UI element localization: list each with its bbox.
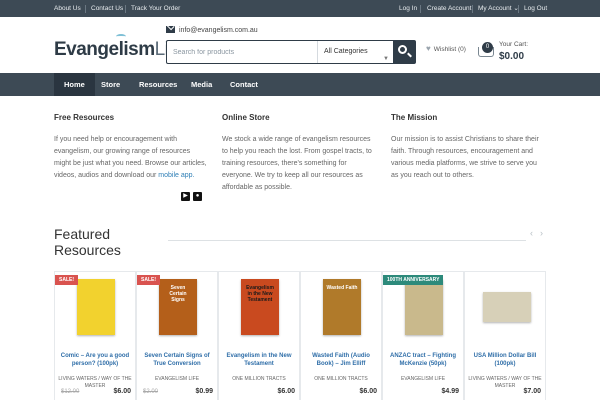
featured-title-line2: Resources	[54, 242, 121, 258]
divider	[85, 5, 86, 13]
product-price: $0.99	[195, 388, 213, 395]
about-us-link[interactable]: About Us	[54, 0, 81, 17]
contact-us-link[interactable]: Contact Us	[91, 0, 123, 17]
product-title-link[interactable]: Evangelism in the New Testament	[222, 352, 296, 368]
mission-column: The Mission Our mission is to assist Chr…	[391, 113, 546, 182]
cover-title-text: Wasted Faith	[326, 285, 358, 291]
sale-badge: SALE!	[55, 275, 78, 285]
product-publisher: EVANGELISM LIFE	[154, 376, 200, 382]
cart-count-badge: 0	[482, 42, 493, 53]
cover-title-text: Seven Certain Signs	[169, 285, 187, 303]
search-input[interactable]	[167, 41, 317, 63]
google-play-icon[interactable]: ▶	[181, 192, 190, 201]
divider	[518, 5, 519, 13]
carousel-next-icon[interactable]: ›	[540, 228, 543, 238]
product-title-link[interactable]: Wasted Faith (Audio Book) – Jim Elliff	[304, 352, 378, 368]
wishlist-label: Wishlist (0)	[433, 46, 466, 53]
divider	[168, 240, 526, 241]
product-publisher: ONE MILLION TRACTS	[232, 376, 286, 382]
anniversary-badge: 100TH ANNIVERSARY	[383, 275, 444, 285]
top-utility-bar: About Us Contact Us Track Your Order Log…	[0, 0, 600, 17]
site-logo[interactable]: EvangelismLife	[54, 34, 184, 61]
product-cover-image[interactable]: Seven Certain Signs	[159, 279, 197, 335]
my-account-dropdown[interactable]: My Account ⌄	[478, 0, 519, 17]
online-store-heading: Online Store	[222, 113, 270, 122]
product-title-link[interactable]: Seven Certain Signs of True Conversion	[140, 352, 214, 368]
product-publisher: ONE MILLION TRACTS	[314, 376, 368, 382]
product-price: $6.00	[359, 388, 377, 395]
heart-icon: ♥	[426, 44, 431, 53]
product-cover-image[interactable]	[77, 279, 115, 335]
free-resources-text: If you need help or encouragement with e…	[54, 134, 209, 182]
chevron-down-icon: ▼	[383, 56, 389, 62]
product-cover-image[interactable]	[483, 292, 531, 322]
logo-wordmark-bold: Evangelism	[54, 39, 155, 60]
search-bar: All Categories ▼	[166, 40, 416, 64]
contact-email[interactable]: info@evangelism.com.au	[166, 26, 258, 34]
product-card[interactable]: Evangelism in the New Testament Evangelis…	[218, 271, 300, 400]
product-card[interactable]: Wasted Faith Wasted Faith (Audio Book) – …	[300, 271, 382, 400]
envelope-icon	[166, 26, 175, 33]
online-store-column: Online Store We stock a wide range of ev…	[222, 113, 377, 194]
mission-text: Our mission is to assist Christians to s…	[391, 136, 539, 179]
login-link[interactable]: Log In	[399, 0, 417, 17]
product-card[interactable]: USA Million Dollar Bill (100pk) LIVING WA…	[464, 271, 546, 400]
track-order-link[interactable]: Track Your Order	[131, 0, 180, 17]
free-resources-heading: Free Resources	[54, 113, 115, 122]
cart-label: Your Cart:	[499, 41, 529, 48]
original-price: $12.00	[61, 389, 80, 395]
logout-link[interactable]: Log Out	[524, 0, 547, 17]
category-select-value: All Categories	[324, 48, 368, 55]
product-card[interactable]: SALE! Comic – Are you a good person? (100…	[54, 271, 136, 400]
apple-icon[interactable]: ●	[193, 192, 202, 201]
mobile-app-link[interactable]: mobile app.	[158, 172, 194, 179]
main-navigation: Home Store Resources Media Contact	[0, 73, 600, 96]
carousel-prev-icon[interactable]: ‹	[530, 228, 533, 238]
site-header: EvangelismLife info@evangelism.com.au Al…	[0, 17, 600, 73]
search-button[interactable]	[393, 41, 415, 63]
cover-title-text: Evangelism in the New Testament	[246, 285, 274, 303]
featured-resources-heading: Featured Resources	[54, 226, 121, 258]
sale-badge: SALE!	[137, 275, 160, 285]
product-price: $4.99	[441, 388, 459, 395]
featured-title-line1: Featured	[54, 226, 111, 242]
search-icon	[398, 45, 407, 54]
product-price: $6.00	[113, 388, 131, 395]
nav-item-store[interactable]: Store	[91, 73, 130, 96]
product-cover-image[interactable]: Wasted Faith	[323, 279, 361, 335]
divider	[420, 5, 421, 13]
mission-heading: The Mission	[391, 113, 438, 122]
product-card[interactable]: Seven Certain Signs SALE! Seven Certain Si…	[136, 271, 218, 400]
logo-arc-icon	[116, 34, 126, 39]
divider	[472, 5, 473, 13]
product-title-link[interactable]: Comic – Are you a good person? (100pk)	[58, 352, 132, 368]
product-publisher: EVANGELISM LIFE	[400, 376, 446, 382]
create-account-link[interactable]: Create Account	[427, 0, 471, 17]
online-store-text: We stock a wide range of evangelism reso…	[222, 136, 372, 191]
product-cover-image[interactable]: Evangelism in the New Testament	[241, 279, 279, 335]
category-select[interactable]: All Categories ▼	[317, 41, 395, 63]
product-price: $7.00	[523, 388, 541, 395]
email-text: info@evangelism.com.au	[179, 27, 258, 34]
cart-total[interactable]: $0.00	[499, 51, 524, 62]
product-cover-image[interactable]	[405, 279, 443, 335]
cart-button[interactable]: 0	[476, 39, 498, 61]
nav-item-resources[interactable]: Resources	[129, 73, 187, 96]
divider	[125, 5, 126, 13]
free-resources-column: Free Resources If you need help or encou…	[54, 113, 209, 182]
product-card[interactable]: 100TH ANNIVERSARY ANZAC tract – Fighting …	[382, 271, 464, 400]
wishlist-link[interactable]: ♥ Wishlist (0)	[426, 44, 466, 53]
product-price: $6.00	[277, 388, 295, 395]
nav-item-media[interactable]: Media	[181, 73, 222, 96]
product-title-link[interactable]: ANZAC tract – Fighting McKenzie (50pk)	[386, 352, 460, 368]
product-title-link[interactable]: USA Million Dollar Bill (100pk)	[468, 352, 542, 368]
original-price: $2.00	[143, 389, 159, 395]
nav-item-home[interactable]: Home	[54, 73, 95, 96]
app-store-badges: ▶ ●	[181, 184, 205, 202]
nav-item-contact[interactable]: Contact	[220, 73, 268, 96]
